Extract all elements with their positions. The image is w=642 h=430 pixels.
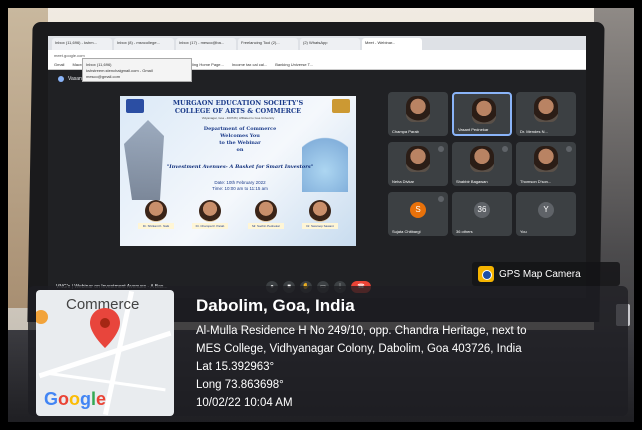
gps-app-name: GPS Map Camera [499, 268, 581, 280]
mic-off-icon [438, 196, 444, 202]
participant-name: Vasant Pednekar [458, 127, 489, 132]
browser-tab[interactable]: Inbox (8) - msncollege... [114, 38, 174, 50]
google-logo: Google [44, 389, 107, 409]
participant-video [470, 146, 494, 172]
browser-tab-active[interactable]: Meet - Webinar... [362, 38, 422, 50]
address-line: Al-Mulla Residence H No 249/10, opp. Cha… [196, 325, 527, 337]
laptop-screen: Inbox (11,696) - kshm... Inbox (8) - msn… [48, 36, 586, 298]
tooltip-line: mesco@gmail.com [86, 74, 121, 79]
speaker-photo [255, 200, 277, 222]
slide-org: MURGAON EDUCATION SOCIETY'S [172, 99, 304, 107]
address-line: MES College, Vidhyanagar Colony, Dabolim… [196, 343, 522, 355]
participant-name: Neha Divkar [392, 179, 415, 184]
map-thumbnail: Commerce Google [36, 290, 174, 416]
geo-stamp-text: Dabolim, Goa, India Al-Mulla Residence H… [196, 296, 527, 412]
speaker-card: Dr. Shrikant K. Naik [138, 200, 174, 229]
location-pin-icon [88, 306, 122, 350]
participant-avatar: S [410, 202, 426, 218]
participant-name: Champa Parab [392, 129, 419, 134]
bookmark-item[interactable]: Income tax cal cal... [232, 62, 267, 67]
participant-tile[interactable]: Thomson D'son... [516, 142, 576, 186]
participant-tile[interactable]: Neha Divkar [388, 142, 448, 186]
participant-video [406, 146, 430, 172]
others-avatar: 36 [474, 202, 490, 218]
participant-name: 36 others [456, 229, 473, 234]
participant-name: Shabbir Bagawan [456, 179, 488, 184]
browser-tab[interactable]: Freelancing Tool (2)... [238, 38, 298, 50]
longitude: Long 73.863698° [196, 379, 284, 391]
bookmark-item[interactable]: Gmail [54, 62, 64, 67]
slide-dept-line: to the Webinar [219, 140, 261, 146]
address-text[interactable]: meet.google.com [54, 53, 85, 58]
slide-dept-line: on [236, 147, 244, 153]
gps-camera-icon [478, 266, 494, 282]
speaker-name: Dr. Swaroop Sawant [302, 223, 338, 229]
participant-name: Dr. Mendes N... [520, 129, 548, 134]
participant-tile[interactable]: Dr. Mendes N... [516, 92, 576, 136]
speaker-name: Dr. Champa R. Parab [192, 223, 228, 229]
participant-tile-self[interactable]: Y You [516, 192, 576, 236]
participant-video [406, 96, 430, 122]
speaker-card: Dr. Swaroop Sawant [302, 200, 338, 229]
browser-tab[interactable]: Inbox (17) - mesco@ba... [176, 38, 236, 50]
location-city: Dabolim, Goa, India [196, 296, 355, 315]
mic-off-icon [502, 146, 508, 152]
slide-affiliation: Vidyanagar, Goa - 403726 | Affiliated to… [201, 116, 275, 120]
participant-name: You [520, 229, 527, 234]
speaker-name: Dr. Shrikant K. Naik [138, 223, 174, 229]
speaker-name: Mr. Sachin Pednekar [248, 223, 284, 229]
slide-topic: "Investment Avenues- A Basket for Smart … [166, 164, 314, 170]
speaker-photo [199, 200, 221, 222]
browser-tab[interactable]: (2) WhatsApp [300, 38, 360, 50]
slide-department: Department of Commerce Welcomes You to t… [180, 126, 300, 154]
mic-off-icon [438, 146, 444, 152]
timestamp: 10/02/22 10:04 AM [196, 397, 293, 409]
participant-tile-others[interactable]: 36 36 others [452, 192, 512, 236]
slide-header: MURGAON EDUCATION SOCIETY'S COLLEGE OF A… [120, 96, 356, 120]
slide-dept-line: Welcomes You [220, 133, 260, 139]
participant-tile[interactable]: Champa Parab [388, 92, 448, 136]
participant-tile[interactable]: Shabbir Bagawan [452, 142, 512, 186]
bookmark-item[interactable]: e-filing Home Page... [187, 62, 224, 67]
slide-dept-line: Department of Commerce [203, 126, 277, 132]
presenter-dot-icon [58, 76, 64, 82]
speaker-photo [145, 200, 167, 222]
shared-slide: MURGAON EDUCATION SOCIETY'S COLLEGE OF A… [120, 96, 356, 246]
tab-tooltip: Inbox (11,696) kshstreem.stenchaigmail.c… [82, 58, 192, 82]
participant-name: Thomson D'son... [520, 179, 552, 184]
gps-app-badge: GPS Map Camera [472, 262, 620, 286]
bookmark-item[interactable]: Banking Universe T... [275, 62, 313, 67]
building-graphic [124, 120, 164, 200]
browser-tab[interactable]: Inbox (11,696) - kshm... [52, 38, 112, 50]
speaker-card: Dr. Champa R. Parab [192, 200, 228, 229]
slide-college: COLLEGE OF ARTS & COMMERCE [174, 107, 302, 115]
participant-tile[interactable]: S Sujata Chitbargi [388, 192, 448, 236]
flask-graphic [302, 122, 348, 192]
participant-video [472, 98, 496, 124]
speaker-photo [309, 200, 331, 222]
participant-video [534, 146, 558, 172]
map-poi-icon [36, 310, 48, 324]
participant-tile-speaking[interactable]: Vasant Pednekar [452, 92, 512, 136]
self-avatar: Y [538, 202, 554, 218]
browser-tabbar: Inbox (11,696) - kshm... Inbox (8) - msn… [48, 36, 586, 50]
participant-name: Sujata Chitbargi [392, 229, 421, 234]
participant-video [534, 96, 558, 122]
mic-off-icon [566, 146, 572, 152]
slide-time: Time: 10:00 am to 11:15 am [212, 186, 268, 191]
speaker-card: Mr. Sachin Pednekar [248, 200, 284, 229]
slide-datetime: Date: 10th February 2022 Time: 10:00 am … [200, 180, 280, 192]
latitude: Lat 15.392963° [196, 361, 275, 373]
